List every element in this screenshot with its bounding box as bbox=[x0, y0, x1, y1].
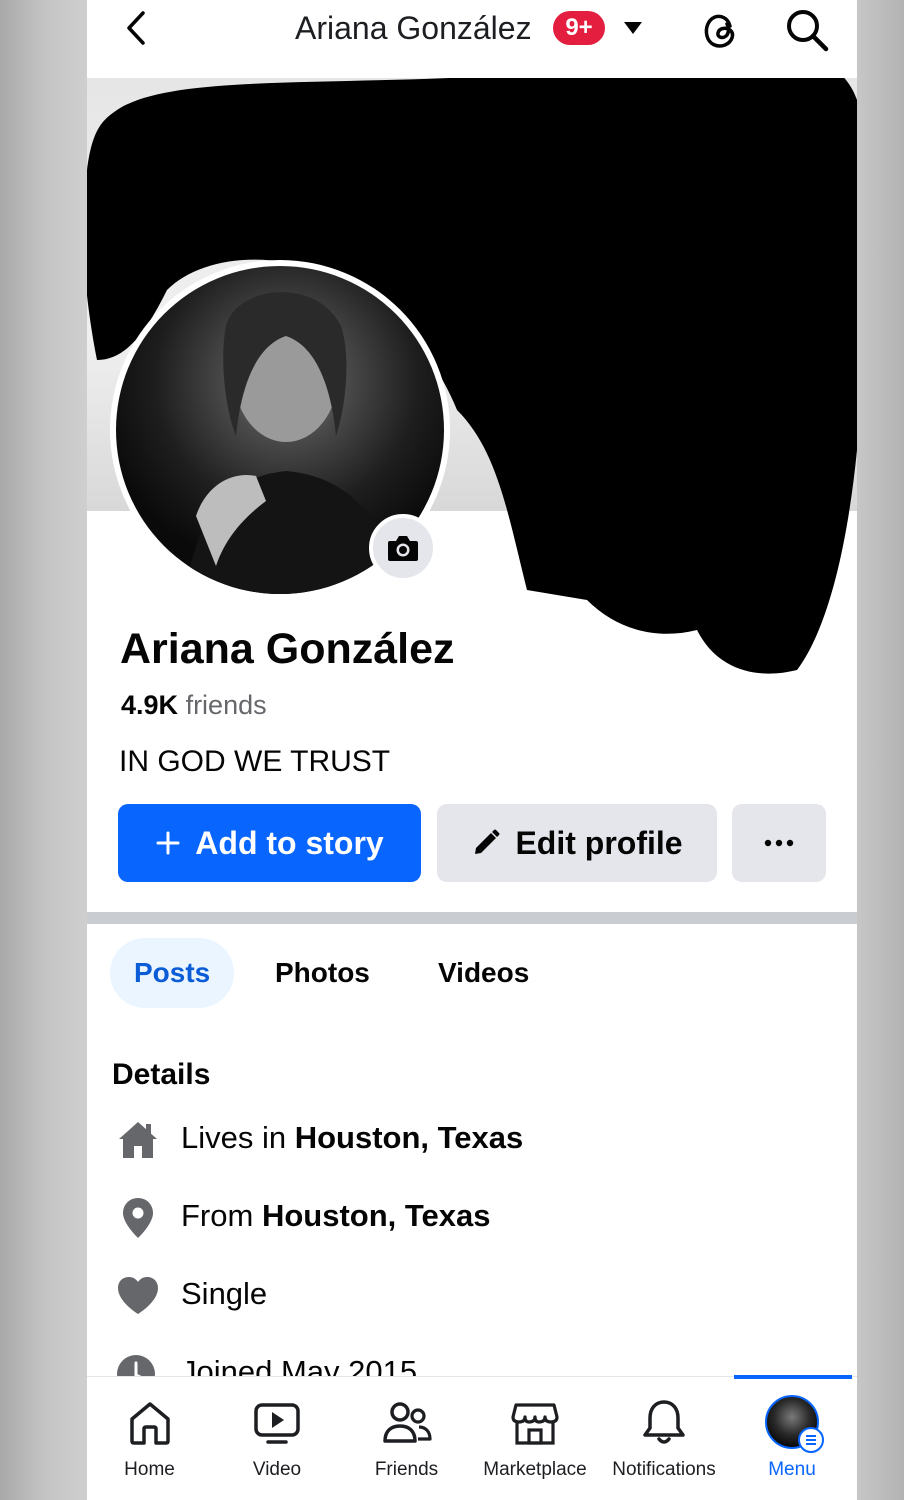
notification-badge: 9+ bbox=[553, 11, 605, 45]
marketplace-icon bbox=[511, 1403, 559, 1445]
nav-label: Menu bbox=[768, 1459, 816, 1480]
tab-posts[interactable]: Posts bbox=[110, 938, 235, 1008]
nav-label: Marketplace bbox=[483, 1459, 587, 1480]
detail-lives-in[interactable]: Lives in Houston, Texas bbox=[115, 1116, 815, 1164]
friends-number: 4.9K bbox=[121, 690, 179, 720]
detail-text: Lives in Houston, Texas bbox=[181, 1120, 524, 1155]
home-icon bbox=[129, 1402, 170, 1445]
threads-icon[interactable] bbox=[699, 8, 743, 52]
nav-home[interactable]: Home bbox=[97, 1377, 202, 1500]
home-icon bbox=[119, 1122, 157, 1158]
detail-text: Single bbox=[181, 1276, 268, 1311]
details-heading: Details bbox=[112, 1058, 211, 1091]
nav-video[interactable]: Video bbox=[227, 1377, 327, 1500]
add-to-story-label: Add to story bbox=[195, 824, 384, 861]
edit-profile-button[interactable]: Edit profile bbox=[437, 804, 717, 882]
profile-bio: IN GOD WE TRUST bbox=[119, 745, 391, 778]
video-icon bbox=[254, 1403, 300, 1444]
detail-text: From Houston, Texas bbox=[181, 1198, 491, 1233]
camera-icon bbox=[388, 536, 418, 561]
top-bar: Ariana González 9+ bbox=[87, 0, 857, 78]
add-to-story-button[interactable]: Add to story bbox=[118, 804, 421, 882]
more-dots-icon bbox=[764, 839, 794, 847]
profile-screen: Ariana González 9+ Ariana González 4.9K … bbox=[87, 0, 857, 1500]
friends-label: friends bbox=[185, 690, 267, 720]
location-pin-icon bbox=[123, 1198, 153, 1238]
heart-icon bbox=[118, 1277, 158, 1314]
friends-icon bbox=[382, 1402, 432, 1443]
back-chevron-icon[interactable] bbox=[117, 8, 157, 48]
nav-label: Notifications bbox=[612, 1459, 716, 1480]
nav-label: Video bbox=[252, 1459, 302, 1480]
detail-relationship[interactable]: Single bbox=[115, 1272, 815, 1320]
tab-photos[interactable]: Photos bbox=[251, 938, 394, 1008]
tab-videos[interactable]: Videos bbox=[414, 938, 553, 1008]
nav-label: Home bbox=[124, 1459, 175, 1480]
camera-button[interactable] bbox=[369, 514, 437, 582]
menu-lines-icon bbox=[798, 1427, 824, 1453]
caret-down-icon[interactable] bbox=[622, 18, 644, 38]
header-title[interactable]: Ariana González bbox=[295, 8, 532, 48]
profile-name: Ariana González bbox=[120, 625, 455, 673]
friends-count[interactable]: 4.9K friends bbox=[121, 690, 267, 721]
nav-notifications[interactable]: Notifications bbox=[603, 1377, 725, 1500]
bell-icon bbox=[643, 1400, 685, 1444]
pencil-icon bbox=[475, 829, 500, 854]
nav-label: Friends bbox=[374, 1459, 439, 1480]
detail-from[interactable]: From Houston, Texas bbox=[115, 1194, 815, 1242]
search-icon[interactable] bbox=[783, 6, 831, 54]
bottom-navigation: Home Video Friends Marketplace Notificat… bbox=[87, 1375, 857, 1500]
edit-profile-label: Edit profile bbox=[515, 824, 683, 861]
nav-menu[interactable]: Menu bbox=[742, 1377, 842, 1500]
nav-friends[interactable]: Friends bbox=[354, 1377, 459, 1500]
plus-icon bbox=[156, 831, 180, 855]
section-divider bbox=[87, 912, 857, 924]
nav-marketplace[interactable]: Marketplace bbox=[477, 1377, 593, 1500]
more-options-button[interactable] bbox=[732, 804, 826, 882]
